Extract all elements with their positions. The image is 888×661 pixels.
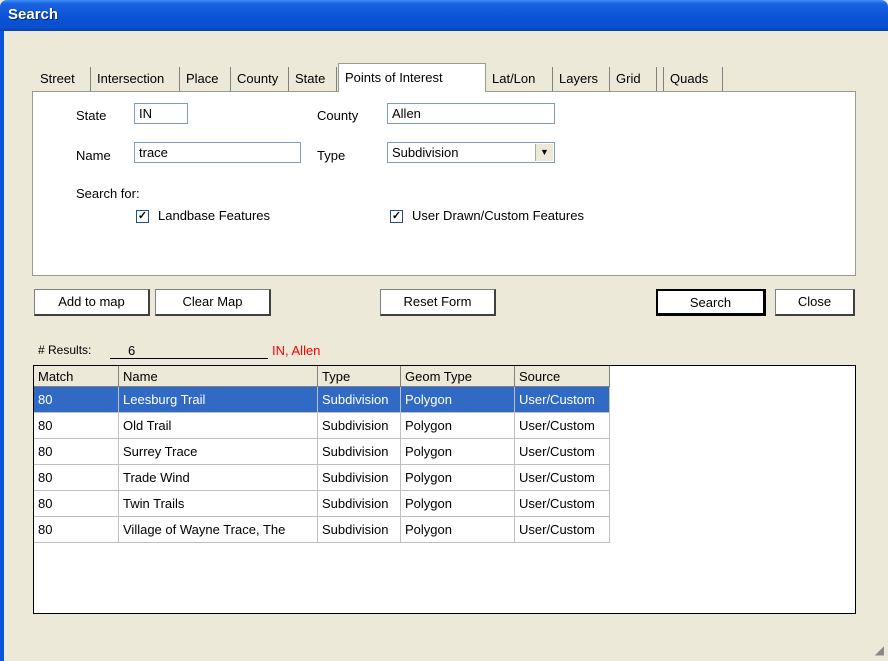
cell-type: Subdivision: [317, 464, 401, 491]
table-row[interactable]: 80 Surrey Trace Subdivision Polygon User…: [34, 438, 610, 465]
clear-map-button[interactable]: Clear Map: [155, 289, 271, 316]
cell-source: User/Custom: [514, 412, 610, 439]
column-header-geom-type[interactable]: Geom Type: [400, 366, 515, 387]
column-header-type[interactable]: Type: [317, 366, 401, 387]
results-grid[interactable]: Match Name Type Geom Type Source 80 Lees…: [33, 365, 856, 614]
cell-match: 80: [34, 386, 119, 413]
type-select[interactable]: Subdivision ▼: [387, 142, 555, 163]
name-label: Name: [76, 148, 111, 163]
search-button[interactable]: Search: [656, 289, 766, 316]
table-row[interactable]: 80 Leesburg Trail Subdivision Polygon Us…: [34, 386, 610, 413]
cell-source: User/Custom: [514, 516, 610, 543]
cell-geom-type: Polygon: [400, 516, 515, 543]
table-row[interactable]: 80 Trade Wind Subdivision Polygon User/C…: [34, 464, 610, 491]
tab-state[interactable]: State: [289, 67, 337, 91]
cell-source: User/Custom: [514, 386, 610, 413]
landbase-checkbox[interactable]: ✓: [136, 210, 149, 223]
cell-match: 80: [34, 464, 119, 491]
table-row[interactable]: 80 Village of Wayne Trace, The Subdivisi…: [34, 516, 610, 543]
cell-name: Trade Wind: [118, 464, 318, 491]
tab-place[interactable]: Place: [180, 67, 231, 91]
table-row[interactable]: 80 Twin Trails Subdivision Polygon User/…: [34, 490, 610, 517]
state-label: State: [76, 108, 107, 123]
column-header-match[interactable]: Match: [34, 366, 119, 387]
close-button[interactable]: Close: [775, 289, 855, 316]
cell-geom-type: Polygon: [400, 412, 515, 439]
type-label: Type: [317, 148, 346, 163]
tab-lat-lon[interactable]: Lat/Lon: [486, 67, 553, 91]
title-bar: Search: [0, 0, 888, 31]
results-count-label: # Results:: [38, 343, 92, 357]
county-input[interactable]: Allen: [387, 103, 555, 124]
cell-geom-type: Polygon: [400, 386, 515, 413]
reset-form-button[interactable]: Reset Form: [380, 289, 496, 316]
tab-intersection[interactable]: Intersection: [91, 67, 180, 91]
cell-source: User/Custom: [514, 464, 610, 491]
cell-match: 80: [34, 412, 119, 439]
state-input[interactable]: IN: [134, 103, 188, 124]
column-header-source[interactable]: Source: [514, 366, 610, 387]
tab-points-of-interest[interactable]: Points of Interest: [338, 63, 486, 92]
results-header-row: Match Name Type Geom Type Source: [34, 366, 610, 387]
tab-county[interactable]: County: [231, 67, 289, 91]
name-input[interactable]: trace: [134, 142, 301, 163]
resize-grip-icon[interactable]: ◢: [875, 643, 884, 657]
cell-name: Village of Wayne Trace, The: [118, 516, 318, 543]
table-row[interactable]: 80 Old Trail Subdivision Polygon User/Cu…: [34, 412, 610, 439]
cell-name: Leesburg Trail: [118, 386, 318, 413]
chevron-down-icon[interactable]: ▼: [535, 144, 553, 161]
window-title: Search: [8, 6, 59, 23]
points-of-interest-panel: State IN County Allen Name trace Type Su…: [32, 91, 856, 276]
tab-grid[interactable]: Grid: [610, 67, 657, 91]
results-location-text: IN, Allen: [272, 343, 321, 358]
cell-type: Subdivision: [317, 490, 401, 517]
cell-match: 80: [34, 490, 119, 517]
cell-geom-type: Polygon: [400, 438, 515, 465]
window-frame-left: [0, 31, 4, 661]
user-drawn-label: User Drawn/Custom Features: [412, 208, 584, 223]
cell-match: 80: [34, 516, 119, 543]
county-label: County: [317, 108, 359, 123]
search-for-label: Search for:: [76, 186, 140, 201]
cell-name: Twin Trails: [118, 490, 318, 517]
tab-quads[interactable]: Quads: [663, 67, 723, 91]
type-select-value: Subdivision: [392, 145, 459, 160]
cell-source: User/Custom: [514, 438, 610, 465]
cell-geom-type: Polygon: [400, 464, 515, 491]
results-count-value: 6: [110, 343, 268, 359]
add-to-map-button[interactable]: Add to map: [34, 289, 150, 316]
tab-layers[interactable]: Layers: [553, 67, 610, 91]
cell-match: 80: [34, 438, 119, 465]
cell-type: Subdivision: [317, 412, 401, 439]
cell-type: Subdivision: [317, 516, 401, 543]
cell-name: Surrey Trace: [118, 438, 318, 465]
column-header-name[interactable]: Name: [118, 366, 318, 387]
tab-street[interactable]: Street: [34, 67, 91, 91]
cell-type: Subdivision: [317, 386, 401, 413]
cell-source: User/Custom: [514, 490, 610, 517]
cell-name: Old Trail: [118, 412, 318, 439]
cell-type: Subdivision: [317, 438, 401, 465]
cell-geom-type: Polygon: [400, 490, 515, 517]
landbase-label: Landbase Features: [158, 208, 271, 223]
user-drawn-checkbox[interactable]: ✓: [390, 210, 403, 223]
